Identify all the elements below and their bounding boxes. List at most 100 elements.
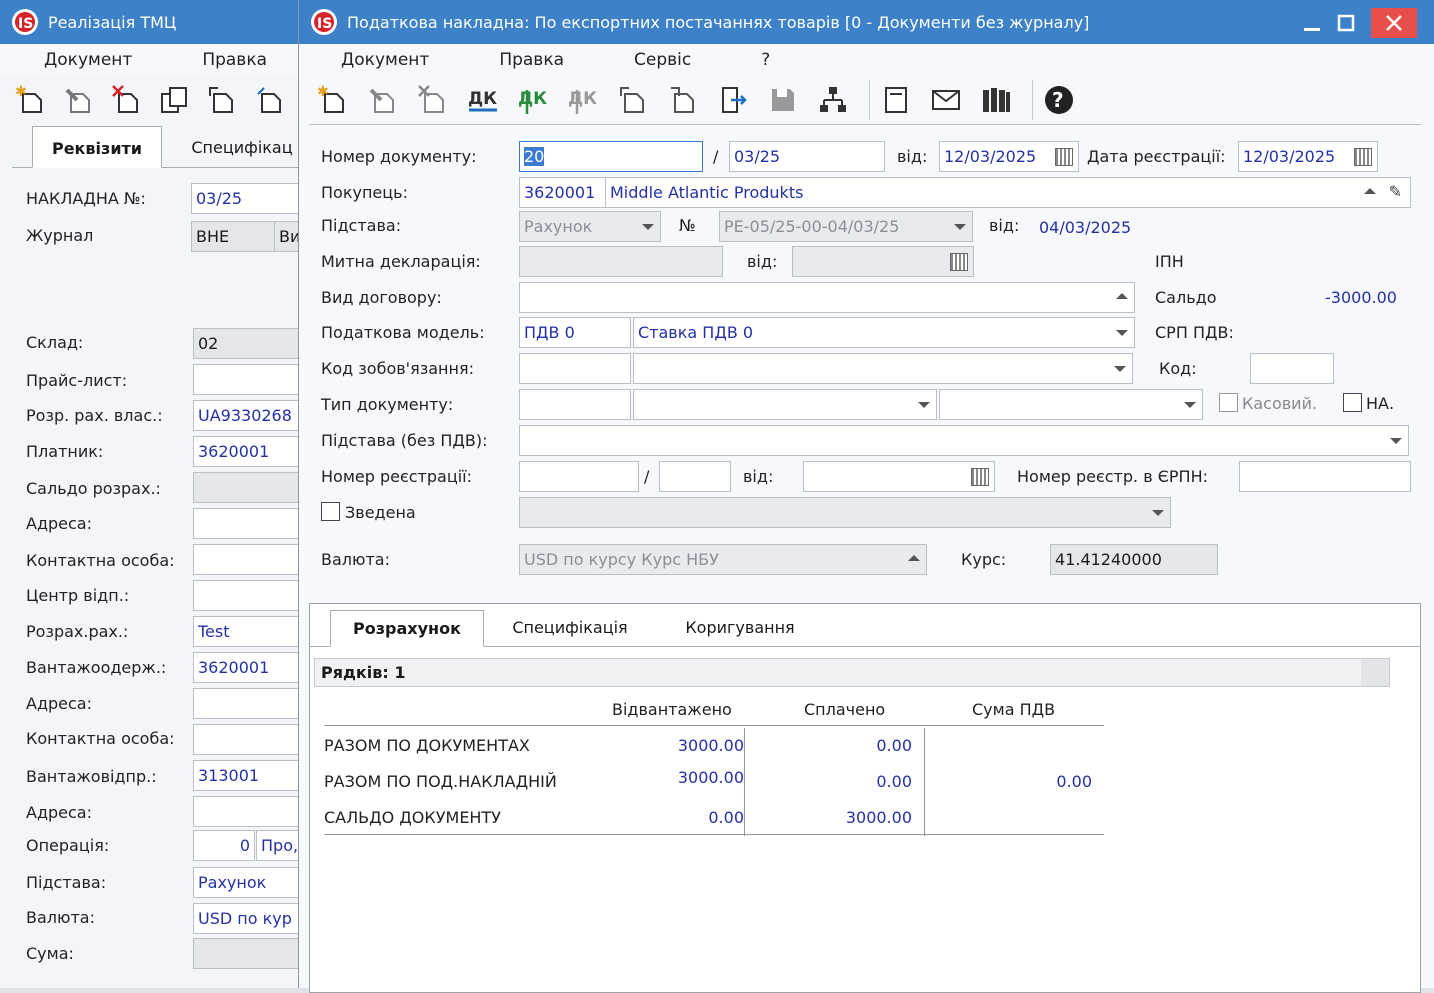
platnyk-field[interactable]: 3620001 [193,436,299,467]
kasovyi-checkbox[interactable] [1219,393,1238,412]
tab-specyfikacia[interactable]: Специфікація [500,610,640,647]
tab-specification-back[interactable]: Специфікац [182,126,299,168]
centr-field[interactable] [193,580,299,611]
typ-doc-code-input[interactable] [519,389,631,420]
nomer-doc-2-input[interactable]: 03/25 [729,141,885,172]
calendar-icon[interactable] [1055,148,1073,166]
model-name-select[interactable]: Ставка ПДВ 0 [633,317,1135,348]
nakladna-field[interactable]: 03/25 [191,183,299,214]
tab-rozrahunok[interactable]: Розрахунок [330,610,484,647]
import-doc-icon[interactable] [203,80,241,120]
kontakt-field-2[interactable] [193,724,299,755]
nomer-doc-value: 20 [524,147,545,166]
price-field[interactable] [193,364,299,395]
back-menu-document[interactable]: Документ [44,50,132,70]
edit-doc-icon[interactable] [363,80,403,120]
menu-service[interactable]: Сервіс [634,50,691,70]
pidstava-no-select[interactable]: РЕ-05/25-00-04/03/25 [719,211,973,242]
calc-panel: Розрахунок Специфікація Коригування Рядк… [309,603,1421,993]
nomer-reestr-input[interactable] [519,461,639,492]
delete-doc-icon[interactable] [108,80,146,120]
adresa-field-3[interactable] [193,796,299,827]
label-data-reestr: Дата реєстрації: [1087,147,1226,166]
help-icon[interactable]: ? [1039,80,1079,120]
zhurnal-field-2[interactable]: Ви [274,221,299,252]
tab-koryguvannia[interactable]: Коригування [670,610,810,647]
chevron-up-icon[interactable] [1364,188,1376,194]
edit-doc-icon[interactable] [60,80,98,120]
export-doc-icon[interactable] [251,80,289,120]
date-input[interactable]: 12/03/2025 [939,141,1079,172]
form-icon[interactable] [876,80,916,120]
valuta-select[interactable]: USD по курсу Курс НБУ [519,544,927,575]
date-reestr-input[interactable]: 12/03/2025 [1238,141,1378,172]
vantazhovidpr-field[interactable]: 313001 [193,760,299,791]
library-icon[interactable] [976,80,1016,120]
front-titlebar: IS Податкова накладна: По експортних пос… [299,0,1434,44]
delete-doc-icon[interactable] [413,80,453,120]
sklad-field[interactable]: 02 [193,328,299,359]
back-tabs: Реквізити Специфікац [12,126,299,168]
operacia-name-field[interactable]: Про, [256,830,299,861]
kod-zobov-select[interactable] [633,353,1133,384]
kontakt-field-1[interactable] [193,544,299,575]
pidstava-bez-select[interactable] [519,425,1409,456]
import-doc-icon[interactable] [613,80,653,120]
model-code-input[interactable]: ПДВ 0 [519,317,631,348]
operacia-num-field[interactable]: 0 [193,830,255,861]
valuta-back-field[interactable]: USD по кур [193,903,299,934]
pencil-icon[interactable]: ✎ [1389,182,1402,201]
transfer-icon[interactable] [713,80,753,120]
pokupets-name-input[interactable]: Middle Atlantic Produkts ✎ [605,177,1411,208]
vyd-dogovoru-select[interactable] [519,282,1135,313]
calendar-icon[interactable] [1354,148,1372,166]
rozr-rah-field[interactable]: Test [193,616,299,647]
nomer-doc-input[interactable]: 20 [519,141,703,172]
pokupets-code-input[interactable]: 3620001 [519,177,609,208]
chevron-down-icon [1390,438,1402,444]
pidstava-back-field[interactable]: Рахунок [193,867,299,898]
save-icon[interactable] [763,80,803,120]
close-button[interactable] [1371,8,1417,38]
kod-input[interactable] [1250,353,1334,384]
typ-doc-select-2[interactable] [939,389,1203,420]
tab-rekvizyty[interactable]: Реквізити [32,126,162,168]
rozr-vlas-field[interactable]: UA9330268 [193,400,299,431]
nomer-reestr-date-input[interactable] [803,461,995,492]
label-vid: від: [897,147,928,166]
debit-credit-gray-icon[interactable]: ДК [563,80,603,120]
new-doc-icon[interactable]: ✱ [313,80,353,120]
debit-credit-green-icon[interactable]: ДК [513,80,553,120]
typ-doc-select[interactable] [633,389,937,420]
calendar-icon[interactable] [971,468,989,486]
zhurnal-field[interactable]: ВНЕ [191,221,275,252]
label-zhurnal: Журнал [26,226,94,245]
adresa-field-1[interactable] [193,508,299,539]
label-sklad: Склад: [26,333,84,352]
pidstava-select[interactable]: Рахунок [519,211,661,242]
vantazhoderzh-field[interactable]: 3620001 [193,652,299,683]
na-checkbox[interactable] [1343,393,1362,412]
export-doc-icon[interactable] [663,80,703,120]
label-nomer-reestr: Номер реєстрації: [321,467,473,486]
menu-edit[interactable]: Правка [499,50,564,70]
menu-document[interactable]: Документ [341,50,429,70]
debit-credit-icon[interactable]: ДК [463,80,503,120]
toolbar-divider [309,124,1421,125]
mail-icon[interactable] [926,80,966,120]
back-menu-edit[interactable]: Правка [202,50,267,70]
maximize-button[interactable] [1323,8,1369,38]
kod-zobov-input[interactable] [519,353,631,384]
hierarchy-icon[interactable] [813,80,853,120]
copy-doc-icon[interactable] [155,80,193,120]
rows-bar-button[interactable] [1361,659,1389,686]
label-no: № [679,216,696,235]
menu-help[interactable]: ? [761,50,770,70]
label-kod: Код: [1159,359,1197,378]
nomer-erpn-input[interactable] [1239,461,1411,492]
nomer-reestr-2-input[interactable] [659,461,731,492]
adresa-field-2[interactable] [193,688,299,719]
new-doc-icon[interactable]: ✱ [12,80,50,120]
zvedena-checkbox[interactable] [321,502,340,521]
summary-top-line [324,725,1104,726]
